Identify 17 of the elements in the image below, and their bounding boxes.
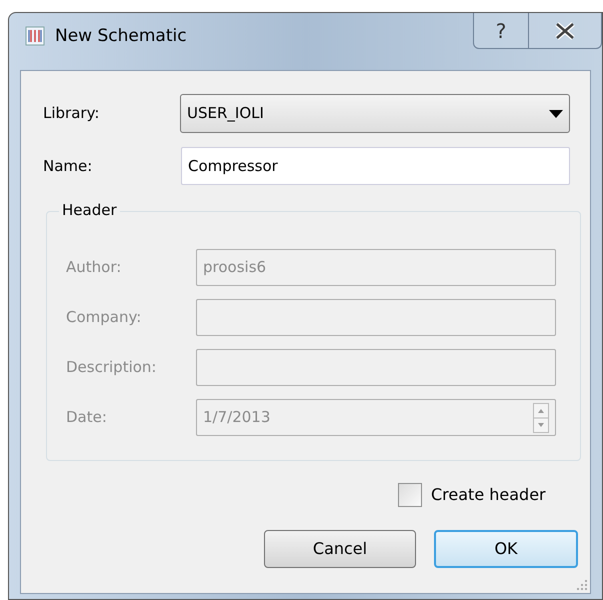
library-label: Library: xyxy=(42,103,100,124)
field-label: Company: xyxy=(66,307,142,328)
dropdown-arrow-icon xyxy=(549,110,563,118)
name-label: Name: xyxy=(42,156,94,177)
checkbox[interactable] xyxy=(398,483,422,507)
dialog-button[interactable]: Cancel xyxy=(264,530,416,568)
field-label: Author: xyxy=(66,257,122,278)
close-icon xyxy=(554,22,576,40)
resize-grip-icon xyxy=(577,580,587,590)
create-header-label: Create header xyxy=(431,484,546,506)
name-field[interactable]: Compressor xyxy=(181,147,570,185)
field-label: Description: xyxy=(66,357,158,378)
library-dropdown[interactable]: USER_IOLI xyxy=(180,94,570,133)
field-label: Date: xyxy=(66,407,108,428)
window-title: New Schematic xyxy=(55,25,187,48)
dialog-button[interactable]: OK xyxy=(434,530,578,568)
schematic-icon xyxy=(25,26,45,46)
